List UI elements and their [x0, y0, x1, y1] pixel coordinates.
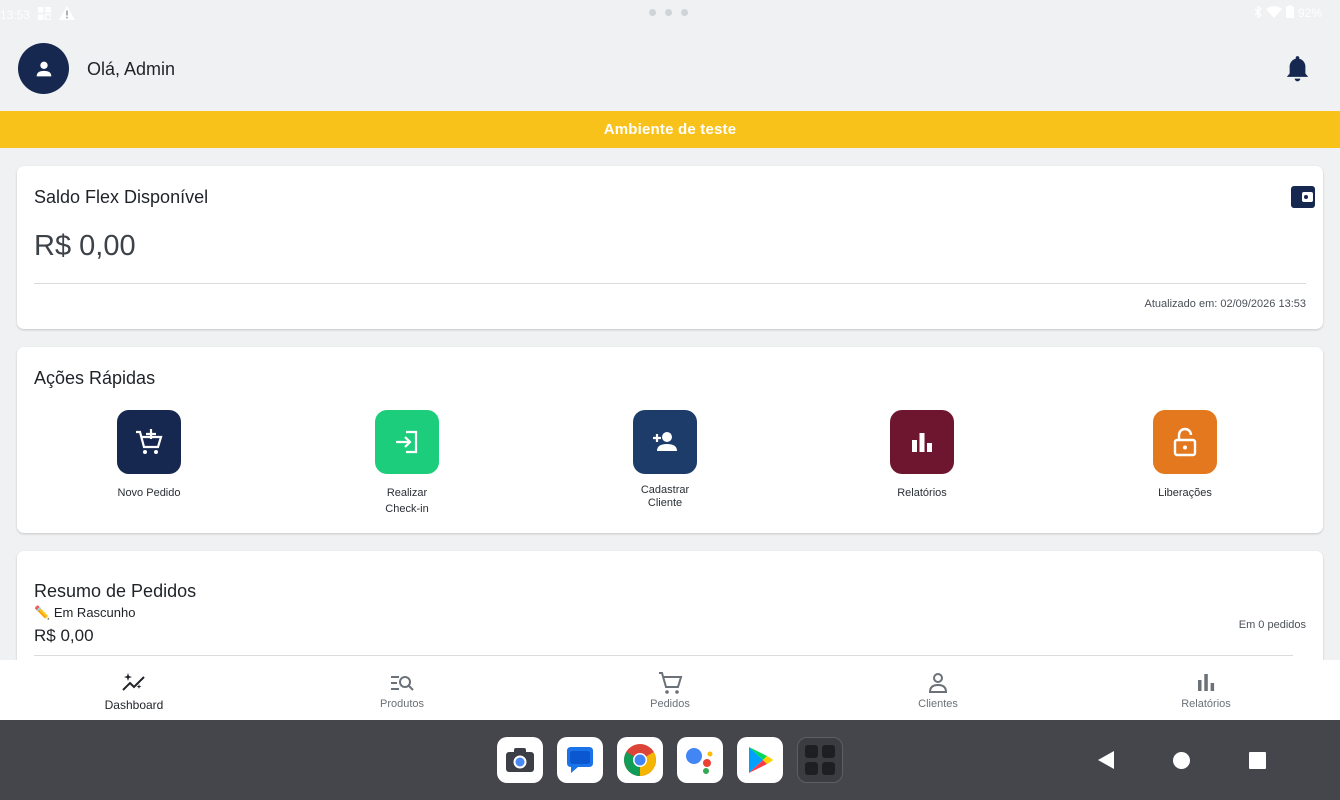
nav-dashboard[interactable]: Dashboard [64, 670, 204, 712]
nav-label: Dashboard [104, 698, 164, 712]
play-store-app-icon[interactable] [737, 737, 783, 783]
draft-status[interactable]: ✏️ Em Rascunho [34, 605, 135, 621]
nav-clients[interactable]: Clientes [868, 670, 1008, 710]
battery-icon [1285, 5, 1294, 21]
nav-label: Pedidos [650, 698, 690, 710]
balance-amount: R$ 0,00 [34, 230, 136, 262]
quick-action-register-client[interactable]: Cadastrar Cliente [605, 410, 725, 510]
messages-app-icon[interactable] [557, 737, 603, 783]
google-assistant-app-icon[interactable] [677, 737, 723, 783]
multitask-dots [649, 9, 688, 16]
quick-action-label: Liberações [1158, 487, 1212, 499]
balance-card-title: Saldo Flex Disponível [34, 187, 209, 207]
quick-action-new-order[interactable]: Novo Pedido [89, 410, 209, 501]
chrome-app-icon[interactable] [617, 737, 663, 783]
search-list-icon [389, 670, 415, 696]
quick-actions-title: Ações Rápidas [34, 368, 156, 388]
wifi-icon [1265, 5, 1282, 21]
draft-value: R$ 0,00 [34, 626, 94, 645]
label-line-2: Cliente [647, 497, 683, 509]
status-bar-right: 92% [1254, 4, 1322, 21]
person-icon [36, 61, 51, 76]
label-line-1: Cadastrar [640, 484, 690, 496]
nav-label: Produtos [379, 698, 425, 710]
app-drawer-icon[interactable] [797, 737, 843, 783]
dashboard-sparkle-chart-icon [121, 670, 147, 696]
quick-actions-card: Ações Rápidas Novo Pedido Realizar Check… [17, 347, 1323, 533]
test-environment-banner: Ambiente de teste [0, 111, 1340, 148]
system-status-bar: 13:53 92% [0, 0, 1340, 26]
wallet-icon [1291, 186, 1315, 208]
nav-reports[interactable]: Relatórios [1136, 670, 1276, 710]
cart-icon [657, 670, 683, 696]
bar-chart-icon [1193, 670, 1219, 696]
draft-order-count: Em 0 pedidos [1238, 619, 1306, 631]
bar-chart-icon [890, 410, 954, 474]
quick-action-label: Novo Pedido [117, 487, 181, 499]
nav-label: Clientes [918, 698, 958, 710]
divider [34, 283, 1306, 284]
greeting-text: Olá, Admin [87, 59, 176, 79]
status-bar-left: 13:53 [0, 6, 76, 23]
bottom-navigation: Dashboard Produtos Pedidos Clientes Rela… [0, 660, 1340, 720]
quick-action-label: Relatórios [897, 487, 947, 499]
unlock-icon [1153, 410, 1217, 474]
avatar[interactable] [18, 43, 69, 94]
check-in-icon [375, 410, 439, 474]
back-button-icon[interactable] [1097, 750, 1115, 775]
system-navigation-bar [0, 720, 1340, 800]
quick-action-check-in[interactable]: Realizar Check-in [347, 410, 467, 517]
person-add-icon [633, 410, 697, 474]
nav-label: Relatórios [1181, 698, 1231, 710]
bluetooth-icon [1254, 4, 1262, 21]
cart-add-icon [117, 410, 181, 474]
warning-icon [59, 6, 76, 23]
home-button-icon[interactable] [1173, 752, 1190, 774]
quick-action-label: Realizar Check-in [347, 485, 467, 517]
status-time: 13:53 [0, 7, 31, 22]
battery-percent: 92% [1297, 6, 1322, 20]
quick-action-label: Cadastrar Cliente [605, 484, 725, 510]
balance-card: Saldo Flex Disponível R$ 0,00 Atualizado… [17, 166, 1323, 329]
balance-updated-time: Atualizado em: 02/09/2026 13:53 [1144, 298, 1306, 310]
nav-orders[interactable]: Pedidos [600, 670, 740, 710]
pencil-emoji-icon: ✏️ [34, 605, 51, 620]
quick-action-reports[interactable]: Relatórios [862, 410, 982, 501]
quick-action-releases[interactable]: Liberações [1125, 410, 1245, 501]
label-line-2: Check-in [385, 503, 429, 515]
label-line-1: Realizar [386, 487, 428, 499]
camera-app-icon[interactable] [497, 737, 543, 783]
app-header: Olá, Admin [0, 26, 1340, 111]
recents-button-icon[interactable] [1249, 752, 1266, 774]
nav-products[interactable]: Produtos [332, 670, 472, 710]
notifications-bell-icon[interactable] [1284, 54, 1311, 84]
app-grid-notification-icon [38, 6, 52, 23]
person-outline-icon [925, 670, 951, 696]
orders-summary-title: Resumo de Pedidos [34, 581, 197, 601]
divider [34, 655, 1293, 656]
draft-status-label: Em Rascunho [53, 605, 136, 620]
